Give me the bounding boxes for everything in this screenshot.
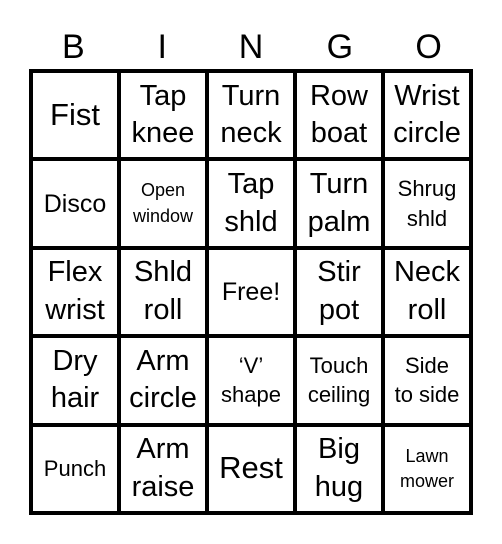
cell-label: Fist	[50, 96, 100, 132]
cell-label: Arm circle	[129, 344, 197, 415]
bingo-header: B I N G O	[29, 27, 473, 67]
cell-label: Tap knee	[131, 79, 195, 150]
bingo-cell-g3[interactable]: Stir pot	[297, 249, 381, 335]
bingo-cell-b1[interactable]: Fist	[33, 73, 117, 158]
free-space-cell[interactable]: Free!	[209, 249, 293, 335]
cell-label: Rest	[219, 450, 283, 486]
cell-label: Free!	[221, 277, 281, 306]
cell-label: Disco	[43, 189, 107, 218]
bingo-cell-n4[interactable]: ‘V’ shape	[209, 338, 293, 423]
bingo-cell-b3[interactable]: Flex wrist	[33, 249, 117, 335]
cell-label: Side to side	[394, 352, 460, 408]
header-letter-o: O	[415, 28, 442, 66]
cell-label: Dry hair	[50, 344, 100, 415]
cell-label: Neck roll	[393, 256, 461, 326]
cell-label: Open window	[132, 180, 194, 226]
bingo-cell-g5[interactable]: Big hug	[297, 426, 381, 511]
bingo-cell-n2[interactable]: Tap shld	[209, 161, 293, 246]
bingo-cell-g1[interactable]: Row boat	[297, 73, 381, 158]
bingo-cell-i4[interactable]: Arm circle	[121, 338, 205, 423]
cell-label: Flex wrist	[45, 256, 105, 326]
bingo-cell-n1[interactable]: Turn neck	[209, 73, 293, 158]
header-letter-i: I	[157, 28, 167, 66]
cell-label: Big hug	[314, 433, 364, 503]
header-letter-n: N	[238, 28, 264, 66]
cell-label: Row boat	[309, 79, 368, 150]
bingo-cell-n5[interactable]: Rest	[209, 426, 293, 511]
cell-label: ‘V’ shape	[221, 352, 281, 408]
cell-label: Turn neck	[220, 79, 282, 150]
cell-label: Lawn mower	[399, 445, 454, 491]
bingo-cell-b5[interactable]: Punch	[33, 426, 117, 511]
cell-label: Tap shld	[224, 167, 278, 238]
cell-label: Arm raise	[131, 433, 195, 503]
bingo-cell-b2[interactable]: Disco	[33, 161, 117, 246]
bingo-cell-o4[interactable]: Side to side	[385, 338, 469, 423]
cell-label: Shrug shld	[397, 175, 457, 231]
cell-label: Wrist circle	[393, 79, 461, 150]
bingo-cell-g2[interactable]: Turn palm	[297, 161, 381, 246]
bingo-cell-i2[interactable]: Open window	[121, 161, 205, 246]
cell-label: Turn palm	[307, 167, 371, 238]
bingo-cell-o2[interactable]: Shrug shld	[385, 161, 469, 246]
bingo-cell-i3[interactable]: Shld roll	[121, 249, 205, 335]
header-letter-g: G	[326, 28, 354, 66]
bingo-cell-b4[interactable]: Dry hair	[33, 338, 117, 423]
bingo-cell-i5[interactable]: Arm raise	[121, 426, 205, 511]
bingo-cell-i1[interactable]: Tap knee	[121, 73, 205, 158]
bingo-cell-o3[interactable]: Neck roll	[385, 249, 469, 335]
cell-label: Stir pot	[317, 256, 361, 326]
cell-label: Touch ceiling	[307, 352, 371, 408]
bingo-card-grid: Fist Tap knee Turn neck Row boat Wrist circl…	[29, 69, 473, 515]
cell-label: Punch	[43, 455, 107, 481]
header-letter-b: B	[62, 28, 85, 66]
bingo-cell-o1[interactable]: Wrist circle	[385, 73, 469, 158]
bingo-cell-o5[interactable]: Lawn mower	[385, 426, 469, 511]
bingo-cell-g4[interactable]: Touch ceiling	[297, 338, 381, 423]
cell-label: Shld roll	[133, 256, 193, 326]
